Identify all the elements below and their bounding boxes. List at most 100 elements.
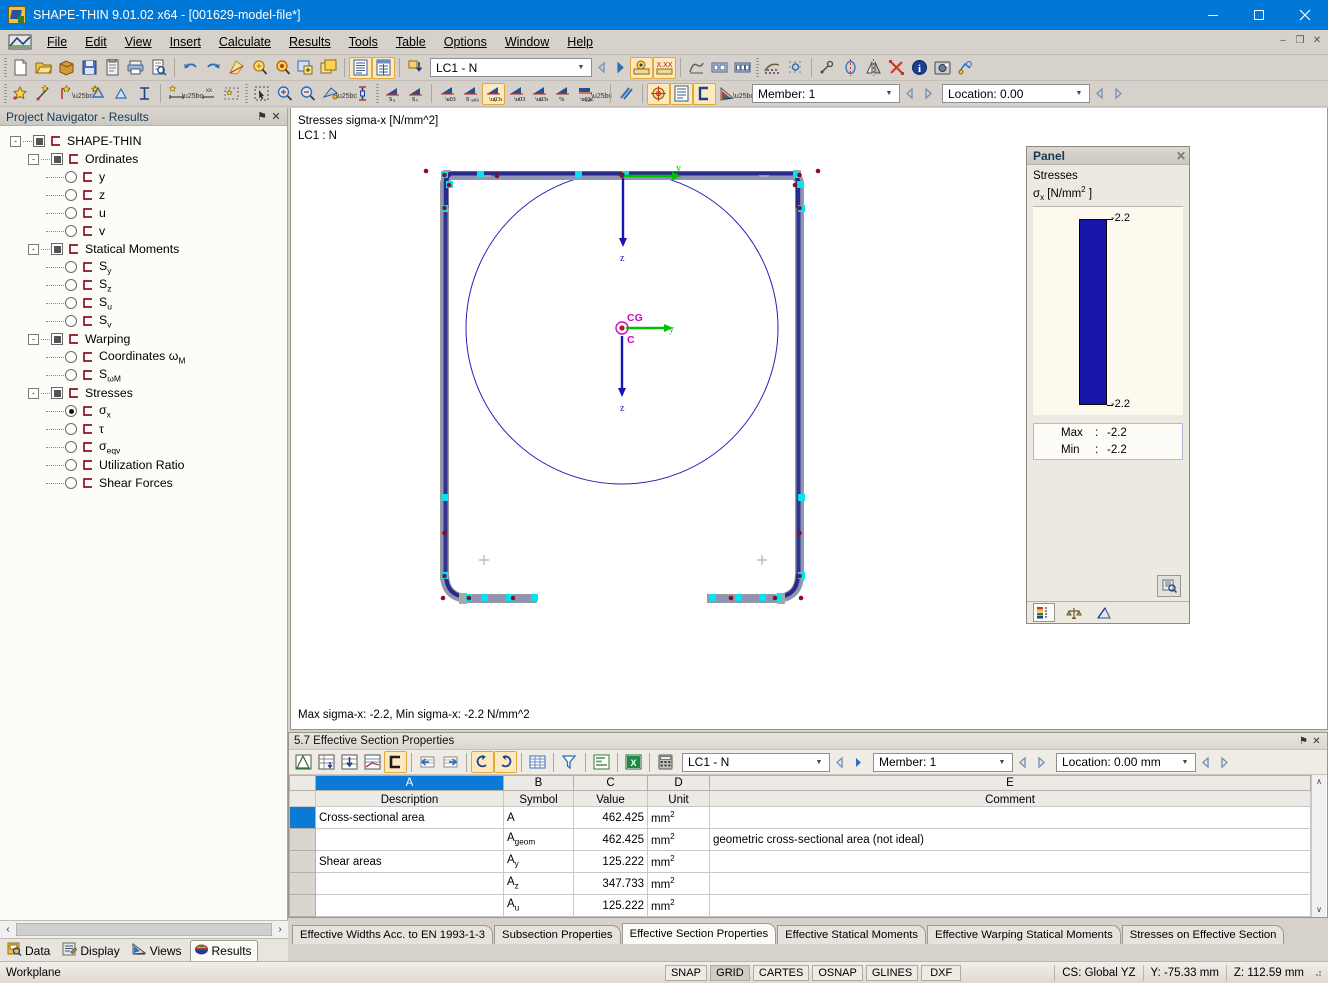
- target-center-icon[interactable]: [647, 82, 670, 105]
- location-prev-button[interactable]: [1090, 84, 1109, 104]
- tree-item-u[interactable]: u: [0, 204, 287, 222]
- loadcase-next-button[interactable]: [611, 58, 630, 78]
- stress-su-icon[interactable]: Su: [381, 83, 404, 105]
- cell-symbol[interactable]: Ageom: [503, 828, 574, 851]
- select-objects-icon[interactable]: [250, 83, 273, 105]
- mdi-minimize-button[interactable]: –: [1276, 33, 1290, 47]
- section-cut-icon[interactable]: [351, 83, 374, 105]
- tree-radio[interactable]: [65, 261, 77, 273]
- menu-help[interactable]: Help: [558, 32, 602, 52]
- table-view-icon[interactable]: [349, 56, 372, 79]
- tree-radio[interactable]: [65, 441, 77, 453]
- table-member-select[interactable]: Member: 1 ▼: [873, 752, 1013, 772]
- menu-calculate[interactable]: Calculate: [210, 32, 280, 52]
- chevron-down-icon[interactable]: \u25bc: [72, 83, 93, 105]
- stress-sigma-x-icon[interactable]: \u03c3x: [482, 82, 505, 105]
- loadcase-prev-button[interactable]: [592, 58, 611, 78]
- tree-item-[interactable]: σeqv: [0, 438, 287, 456]
- chevron-down-icon[interactable]: \u25bc: [336, 83, 357, 105]
- tree-expander-icon[interactable]: -: [28, 153, 39, 165]
- cell-comment[interactable]: geometric cross-sectional area (not idea…: [709, 828, 1311, 851]
- column-header-d[interactable]: D: [647, 775, 710, 791]
- navigator-tab-data[interactable]: Data: [3, 940, 56, 961]
- tree-expander-icon[interactable]: -: [28, 387, 39, 399]
- tree-radio[interactable]: [65, 423, 77, 435]
- camera-icon[interactable]: [931, 57, 954, 79]
- save-icon[interactable]: [78, 57, 101, 79]
- tree-expander-icon[interactable]: -: [28, 333, 39, 345]
- cell-unit[interactable]: mm2: [647, 850, 710, 873]
- show-results-icon[interactable]: [630, 56, 653, 79]
- result-table-icon[interactable]: [670, 82, 693, 105]
- tree-item-z[interactable]: z: [0, 186, 287, 204]
- table-vertical-scrollbar[interactable]: ∧ ∨: [1311, 775, 1326, 917]
- scroll-down-arrow[interactable]: ∨: [1316, 903, 1322, 917]
- panel-details-button[interactable]: [1157, 575, 1181, 597]
- table-tab-effective-section-properties[interactable]: Effective Section Properties: [621, 923, 777, 944]
- section-profile-icon[interactable]: [693, 82, 716, 105]
- cell-description[interactable]: [315, 872, 504, 895]
- table-insert-row-icon[interactable]: [315, 751, 338, 773]
- mdi-close-button[interactable]: ✕: [1310, 33, 1324, 47]
- node-snap-icon[interactable]: [816, 57, 839, 79]
- close-icon[interactable]: ✕: [269, 110, 283, 123]
- text-annotation-icon[interactable]: xx: [197, 83, 220, 105]
- table-loadcase-select[interactable]: LC1 - N ▼: [682, 752, 830, 772]
- table-redo-icon[interactable]: [494, 751, 517, 773]
- member-select[interactable]: Member: 1 ▼: [752, 84, 900, 103]
- cell-description[interactable]: Cross-sectional area: [315, 806, 504, 829]
- warping-somega-icon[interactable]: S\u03c9: [459, 83, 482, 105]
- tree-radio[interactable]: [65, 369, 77, 381]
- tree-item-s[interactable]: Sy: [0, 258, 287, 276]
- tree-radio[interactable]: [65, 297, 77, 309]
- location-select[interactable]: Location: 0.00 ▼: [942, 84, 1090, 103]
- new-element-icon[interactable]: [32, 83, 55, 105]
- cell-unit[interactable]: mm2: [647, 828, 710, 851]
- table-tab-subsection-properties[interactable]: Subsection Properties: [494, 925, 621, 944]
- chevron-down-icon[interactable]: ▼: [574, 59, 588, 76]
- menu-tools[interactable]: Tools: [340, 32, 387, 52]
- table-undo-icon[interactable]: [471, 751, 494, 773]
- row-header[interactable]: [289, 850, 316, 873]
- print-icon[interactable]: [124, 57, 147, 79]
- table-grid-icon[interactable]: [372, 56, 395, 79]
- scroll-up-arrow[interactable]: ∧: [1316, 775, 1322, 789]
- chevron-down-icon[interactable]: ▼: [995, 754, 1009, 771]
- table-member-next-button[interactable]: [1032, 752, 1051, 772]
- zoom-out-icon[interactable]: [296, 83, 319, 105]
- table-row[interactable]: Au 125.222 mm2: [289, 894, 1311, 917]
- member-prev-button[interactable]: [900, 84, 919, 104]
- tree-item-s[interactable]: Su: [0, 294, 287, 312]
- loadcase-apply-icon[interactable]: [404, 57, 427, 79]
- chevron-down-icon[interactable]: \u25bc: [591, 83, 612, 105]
- mirror-vertical-icon[interactable]: [839, 57, 862, 79]
- print-preview-icon[interactable]: [147, 57, 170, 79]
- chevron-down-icon[interactable]: ▼: [1178, 754, 1192, 771]
- menu-insert[interactable]: Insert: [161, 32, 210, 52]
- toolbar-gripper[interactable]: [4, 83, 7, 104]
- column-header-e[interactable]: E: [709, 775, 1311, 791]
- tree-checkbox[interactable]: [51, 153, 63, 165]
- printout-report2-icon[interactable]: [731, 57, 754, 79]
- table-tab-effective-statical-moments[interactable]: Effective Statical Moments: [777, 925, 927, 944]
- stress-sigma-v-icon[interactable]: \u03c3v: [528, 83, 551, 105]
- row-header[interactable]: [289, 806, 316, 829]
- tree-item-s[interactable]: SωM: [0, 366, 287, 384]
- table-show-grid-icon[interactable]: [526, 751, 549, 773]
- toolbar-gripper[interactable]: [4, 57, 7, 78]
- table-tab-stresses-on-effective-section[interactable]: Stresses on Effective Section: [1121, 925, 1285, 944]
- cell-value[interactable]: 462.425: [573, 806, 648, 829]
- scroll-track[interactable]: [16, 923, 272, 936]
- cell-unit[interactable]: mm2: [647, 894, 710, 917]
- table-member-prev-button[interactable]: [1013, 752, 1032, 772]
- table-move-down-icon[interactable]: [338, 751, 361, 773]
- cell-value[interactable]: 125.222: [573, 850, 648, 873]
- export-excel-icon[interactable]: X: [622, 751, 645, 773]
- scroll-right-arrow[interactable]: ›: [272, 924, 288, 935]
- info-icon[interactable]: i: [908, 57, 931, 79]
- table-loadcase-prev-button[interactable]: [830, 752, 849, 772]
- tree-item-warping[interactable]: - Warping: [0, 330, 287, 348]
- table-chart-icon[interactable]: [361, 751, 384, 773]
- pin-icon[interactable]: ⚑: [255, 110, 269, 123]
- location-next-button[interactable]: [1109, 84, 1128, 104]
